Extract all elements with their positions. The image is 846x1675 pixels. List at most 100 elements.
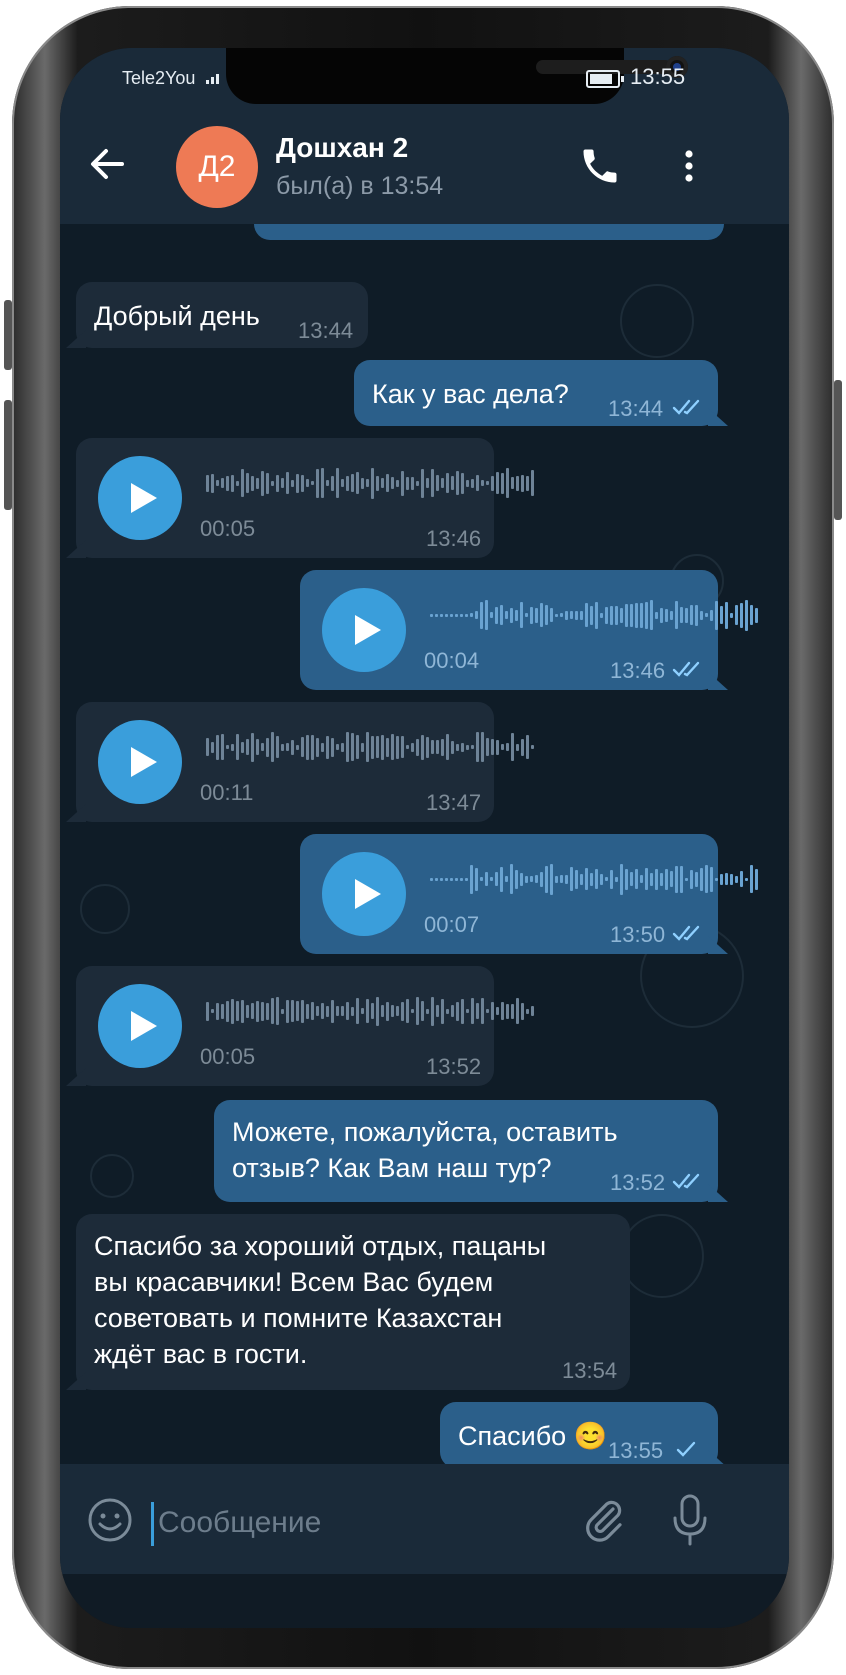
call-button[interactable] [578,144,622,188]
waveform-bar [625,603,628,627]
background-doodle [80,884,130,934]
waveform-bar [481,732,484,762]
waveform-bar [715,877,718,881]
play-button[interactable] [98,984,182,1068]
waveform-bar [391,734,394,760]
waveform-bar [600,873,603,885]
waveform-bar [521,738,524,756]
message-text: Добрый день [94,301,260,331]
waveform-bar [625,868,628,890]
message-time: 13:47 [426,790,482,815]
waveform-bar [256,477,259,489]
waveform-bar [755,607,758,623]
voice-message-incoming[interactable]: 00:05 13:46 [76,438,534,558]
emoji-button[interactable] [86,1496,134,1544]
waveform-bar [401,470,404,496]
waveform-bar [695,604,698,626]
waveform-bar [376,475,379,491]
waveform-bar [206,1001,209,1021]
attach-button[interactable] [580,1494,628,1546]
waveform-bar [471,478,474,488]
play-button[interactable] [98,456,182,540]
waveform-bar [515,869,518,889]
waveform-bar [490,612,493,618]
message-bubble-outgoing[interactable]: Можете, пожалуйста, оставить отзыв? Как … [214,1100,718,1202]
back-button[interactable] [86,142,130,186]
waveform-bar [421,1001,424,1021]
waveform-bar [451,1005,454,1017]
phone-side-button [834,380,842,520]
waveform-bar [366,479,369,487]
waveform-bar [516,743,519,751]
waveform-bar [730,873,733,885]
waveform-bar [590,605,593,625]
voice-waveform[interactable] [430,862,758,896]
voice-waveform[interactable] [430,598,758,632]
message-input[interactable] [156,1494,540,1552]
waveform-bar [306,479,309,487]
message-bubble-incoming[interactable]: Добрый день 13:44 [76,282,368,348]
play-button[interactable] [322,588,406,672]
message-time: 13:44 [608,396,664,421]
contact-name[interactable]: Дошхан 2 [276,132,408,164]
voice-message-incoming[interactable]: 00:05 13:52 [76,966,534,1086]
message-bubble-outgoing[interactable]: Как у вас дела? 13:44 [354,360,718,426]
message-bubble-outgoing[interactable]: Спасибо 😊 13:55 [440,1402,718,1464]
voice-message-outgoing[interactable]: 00:07 13:50 [300,834,758,954]
waveform-bar [421,734,424,760]
waveform-bar [511,1003,514,1019]
waveform-bar [466,1009,469,1013]
waveform-bar [351,1006,354,1016]
waveform-bar [221,1003,224,1019]
message-bubble-incoming[interactable]: Спасибо за хороший отдых, пацаны вы крас… [76,1214,630,1390]
waveform-bar [610,869,613,889]
chat-messages[interactable]: Добрый день 13:44 Как у вас дела? 13:44 … [60,224,789,1464]
more-menu-button[interactable] [674,142,704,190]
waveform-bar [486,481,489,485]
notch [226,48,688,104]
arrow-left-icon [91,149,124,179]
waveform-bar [630,872,633,886]
waveform-bar [480,877,483,881]
voice-waveform[interactable] [206,994,534,1028]
waveform-bar [426,478,429,488]
waveform-bar [221,478,224,488]
voice-waveform[interactable] [206,466,534,500]
avatar[interactable]: Д2 [176,126,258,208]
message-time: 13:46 [426,526,482,551]
waveform-bar [700,867,703,891]
waveform-bar [381,734,384,760]
microphone-button[interactable] [668,1492,712,1548]
play-button[interactable] [322,852,406,936]
background-doodle [90,1154,134,1198]
voice-message-incoming[interactable]: 00:11 13:47 [76,702,534,822]
waveform-bar [531,1006,534,1016]
waveform-bar [441,478,444,488]
waveform-bar [286,472,289,494]
waveform-bar [471,745,474,749]
waveform-bar [560,875,563,883]
waveform-bar [451,476,454,490]
play-button[interactable] [98,720,182,804]
waveform-bar [216,480,219,486]
waveform-bar [306,734,309,760]
voice-waveform[interactable] [206,730,534,764]
waveform-bar [665,868,668,890]
waveform-bar [530,876,533,882]
waveform-bar [605,606,608,624]
waveform-bar [585,603,588,627]
waveform-bar [346,475,349,491]
waveform-bar [660,607,663,623]
waveform-bar [211,1009,214,1013]
waveform-bar [486,1009,489,1013]
waveform-bar [421,468,424,498]
background-doodle [620,1214,704,1298]
waveform-bar [236,734,239,760]
waveform-bar [371,467,374,499]
message-line: советовать и помните Казахстан [94,1303,503,1333]
voice-duration: 00:04 [424,648,480,673]
waveform-bar [291,1000,294,1022]
signal-icon [206,70,219,84]
voice-message-outgoing[interactable]: 00:04 13:46 [300,570,758,690]
waveform-bar [456,471,459,495]
